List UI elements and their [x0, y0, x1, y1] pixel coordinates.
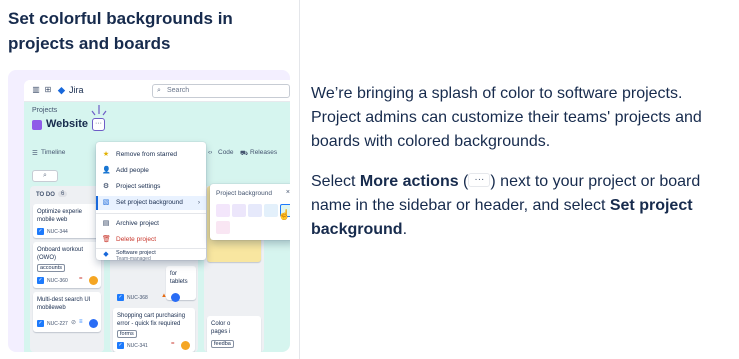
priority-icon: = [171, 341, 175, 347]
issue-card[interactable]: Color o pages i feedba [207, 316, 261, 352]
feature-screenshot: ▥ ⊞ ◆ Jira ⌕ Search Projects Website ··· [8, 70, 290, 352]
feature-card-left: Set colorful backgrounds in projects and… [0, 0, 300, 359]
chevron-right-icon: › [197, 199, 200, 206]
color-swatch[interactable] [216, 221, 230, 234]
mouse-cursor-icon: ☝ [278, 210, 290, 221]
tab-timeline[interactable]: Timeline [41, 149, 65, 156]
color-swatch[interactable] [216, 204, 230, 217]
more-actions-menu: ★ Remove from starred 👤 Add people ⚙ Pro… [96, 142, 206, 262]
story-icon: ✓ [117, 342, 124, 349]
story-icon: ✓ [37, 320, 44, 327]
avatar[interactable] [89, 319, 98, 328]
issue-card[interactable]: Optimize experie mobile web ✓ NUC-344 [33, 204, 101, 238]
issue-card[interactable]: Onboard workout (OWO) accounts ✓ NUC-360 … [33, 242, 101, 288]
issue-key: NUC-344 [47, 229, 68, 235]
more-actions-emphasis: More actions [359, 173, 459, 190]
card-title: Multi-dest search UI mobileweb [37, 297, 91, 311]
feature-heading: Set colorful backgrounds in projects and… [8, 6, 288, 56]
sidebar-toggle-icon[interactable]: ▥ [32, 86, 40, 94]
column-name: TO DO [36, 192, 55, 198]
issue-card[interactable]: Shopping cart purchasing error - quick fi… [113, 308, 195, 352]
board-search-button[interactable]: ⌕ [32, 170, 58, 182]
card-title: for tablets [170, 271, 188, 285]
releases-icon: ⛟ [240, 150, 249, 157]
timeline-icon: ☰ [32, 150, 38, 157]
menu-item-project-settings[interactable]: ⚙ Project settings [96, 180, 206, 194]
search-placeholder: Search [167, 87, 190, 94]
more-actions-icon: ··· [468, 172, 491, 187]
feature-heading-line2: projects and boards [8, 34, 171, 53]
label-tag[interactable]: accounts [37, 264, 66, 272]
jira-logo-icon: ◆ [58, 85, 65, 95]
menu-divider [96, 213, 206, 214]
board-column-todo: TO DO 6 Optimize experie mobile web ✓ NUC… [30, 186, 104, 352]
color-swatch[interactable] [248, 204, 262, 217]
instructions-paragraph: Select More actions (···) next to your p… [311, 172, 701, 238]
column-count-badge: 6 [58, 191, 68, 197]
card-title: Color o pages i [211, 321, 231, 335]
top-navigation: ▥ ⊞ ◆ Jira ⌕ Search [24, 80, 290, 102]
archive-icon: ▤ [102, 220, 110, 227]
project-avatar-icon [32, 120, 42, 130]
menu-item-delete[interactable]: 🗑 Delete project [96, 233, 206, 247]
sparkle-icon [91, 105, 107, 116]
color-swatch[interactable] [232, 204, 246, 217]
priority-icon: = [79, 276, 83, 282]
jira-app-preview: ▥ ⊞ ◆ Jira ⌕ Search Projects Website ··· [24, 80, 290, 352]
project-title: Website [46, 118, 88, 130]
priority-icon: ▲ [161, 293, 167, 299]
trash-icon: 🗑 [102, 236, 111, 243]
search-icon: ⌕ [157, 87, 161, 94]
story-icon: ✓ [117, 294, 124, 301]
person-add-icon: 👤 [102, 167, 111, 174]
issue-key: NUC-360 [47, 278, 68, 284]
code-icon: ‹› [208, 149, 213, 156]
software-project-icon: ◆ [103, 251, 109, 258]
label-tag[interactable]: forms [117, 330, 137, 338]
menu-project-type: ◆ Software project Team-managed [103, 250, 156, 262]
issue-key: NUC-227 [47, 321, 68, 327]
card-title: Optimize experie mobile web [37, 209, 83, 223]
board-search-icon: ⌕ [43, 172, 47, 179]
story-icon: ✓ [37, 228, 44, 235]
menu-item-remove-starred[interactable]: ★ Remove from starred [96, 148, 206, 162]
color-swatch[interactable] [264, 204, 278, 217]
background-icon: ▧ [102, 199, 110, 206]
project-background-picker: Project background × ☝ [210, 184, 290, 240]
issue-card[interactable]: Multi-dest search UI mobileweb ✓ NUC-227 … [33, 292, 101, 332]
tab-code[interactable]: Code [218, 149, 234, 156]
label-tag[interactable]: feedba [211, 340, 234, 348]
card-title: Shopping cart purchasing error - quick fi… [117, 313, 186, 327]
description-paragraph: We’re bringing a splash of color to soft… [311, 85, 702, 150]
avatar[interactable] [181, 341, 190, 350]
star-icon: ★ [102, 151, 110, 158]
search-input[interactable]: ⌕ Search [152, 84, 290, 98]
avatar[interactable] [171, 293, 180, 302]
issue-key: NUC-368 [127, 295, 148, 301]
menu-item-set-background[interactable]: ▧ Set project background › [96, 196, 206, 210]
menu-item-add-people[interactable]: 👤 Add people [96, 164, 206, 178]
gear-icon: ⚙ [102, 183, 110, 190]
card-title: Onboard workout (OWO) [37, 247, 84, 261]
tab-releases[interactable]: Releases [250, 149, 277, 156]
feature-heading-line1: Set colorful backgrounds in [8, 9, 233, 28]
issue-key: NUC-341 [127, 343, 148, 349]
issue-card-footer: ✓ NUC-368 ▲ [113, 292, 195, 304]
breadcrumb[interactable]: Projects [32, 107, 57, 114]
app-switcher-icon[interactable]: ⊞ [44, 86, 52, 94]
picker-title: Project background [216, 190, 273, 197]
menu-item-archive[interactable]: ▤ Archive project [96, 217, 206, 231]
more-actions-button[interactable]: ··· [92, 118, 105, 131]
close-icon[interactable]: × [286, 189, 290, 196]
priority-icon: ≡ [79, 319, 83, 325]
story-icon: ✓ [37, 277, 44, 284]
app-name: Jira [69, 85, 84, 95]
avatar[interactable] [89, 276, 98, 285]
subtask-icon: ⊘ [71, 320, 77, 326]
